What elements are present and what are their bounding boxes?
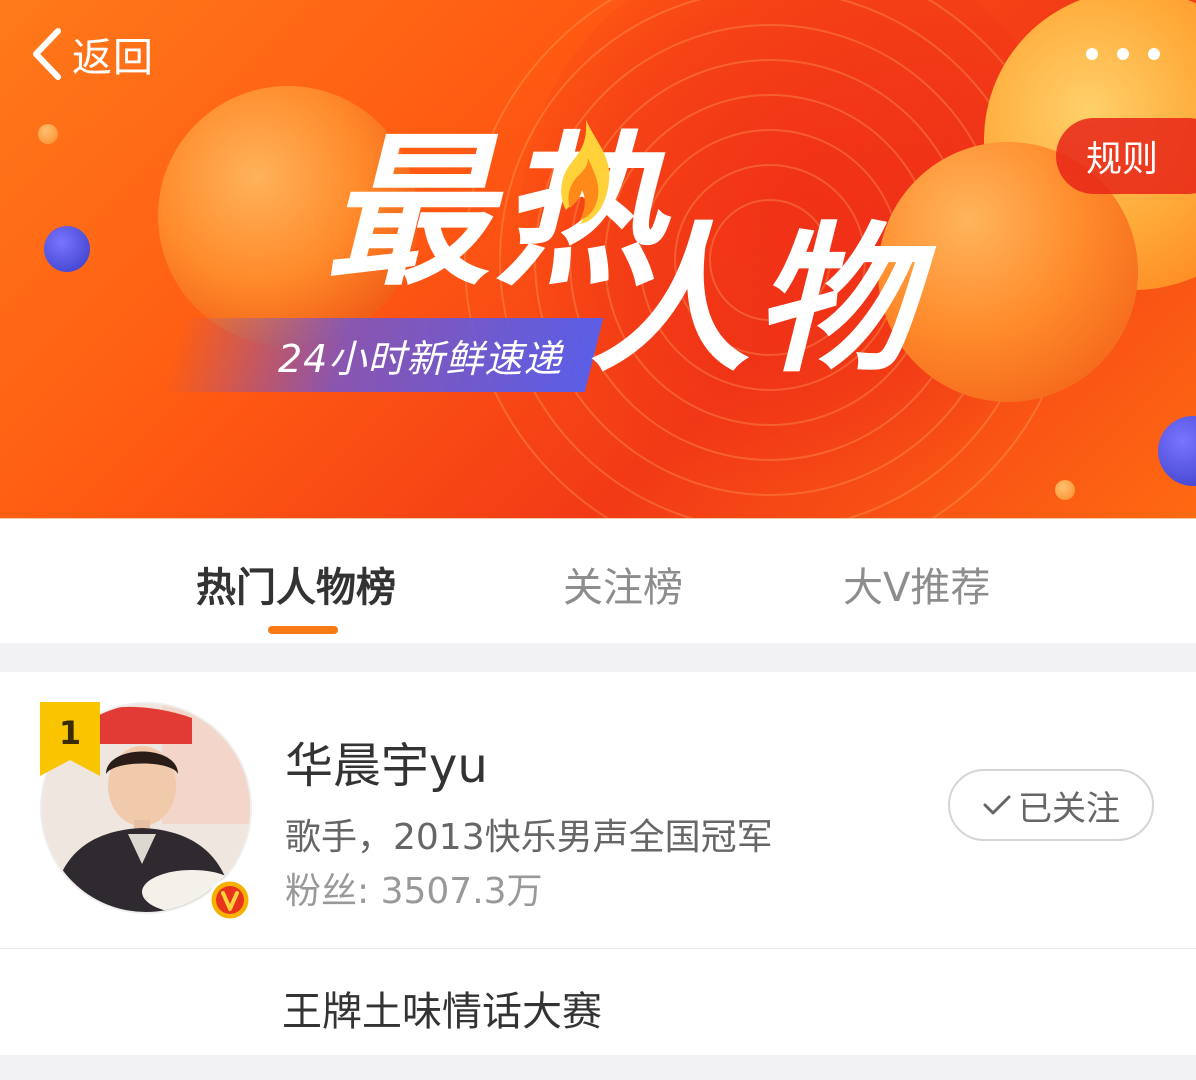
verified-v-icon (208, 878, 252, 922)
rank-number: 1 (58, 714, 82, 752)
banner-title-person: 人物 (590, 207, 919, 394)
flame-icon (561, 120, 610, 224)
follow-button-label: 已关注 (1018, 788, 1120, 829)
back-chevron-icon (33, 28, 61, 80)
banner-dot-blue (44, 226, 90, 272)
ranking-item-topic[interactable]: 王牌土味情话大赛 (0, 948, 1196, 1055)
tab-big-v-recommend[interactable]: 大V推荐 (843, 555, 990, 613)
ranking-tabs: 热门人物榜 关注榜 大V推荐 (0, 518, 1196, 643)
more-dots-icon (1086, 48, 1098, 60)
tab-follow-ranking[interactable]: 关注榜 (563, 555, 683, 613)
avatar-container[interactable]: 1 (40, 702, 252, 922)
banner-dot-orange (1055, 480, 1075, 500)
banner-slogan: 24小时新鲜速递 (278, 337, 563, 381)
follow-button[interactable]: 已关注 (948, 769, 1154, 841)
user-name[interactable]: 华晨宇yu (285, 726, 488, 796)
user-fans-count: 粉丝: 3507.3万 (285, 871, 543, 912)
topic-text[interactable]: 王牌土味情话大赛 (282, 979, 602, 1037)
ranking-list-item[interactable]: 1 华晨宇yu 歌手，2013快乐男声全国冠军 粉丝: 3507.3万 已关注 (0, 672, 1196, 948)
banner: 24小时新鲜速递 最热 人物 返回 规则 (0, 0, 1196, 518)
more-dots-icon (1117, 48, 1129, 60)
back-button[interactable]: 返回 (30, 24, 154, 84)
back-label: 返回 (72, 35, 154, 81)
active-tab-indicator (268, 626, 338, 634)
more-dots-icon (1148, 48, 1160, 60)
banner-dot-orange (38, 124, 58, 144)
checkmark-icon (983, 795, 1011, 815)
user-description: 歌手，2013快乐男声全国冠军 (285, 817, 773, 858)
rules-button[interactable]: 规则 (1056, 118, 1196, 194)
more-options-button[interactable] (1086, 40, 1160, 68)
hot-people-page: 24小时新鲜速递 最热 人物 返回 规则 热门人物榜 关注榜 大V推荐 1 华晨… (0, 0, 1196, 1080)
tab-hot-people[interactable]: 热门人物榜 (196, 555, 396, 613)
